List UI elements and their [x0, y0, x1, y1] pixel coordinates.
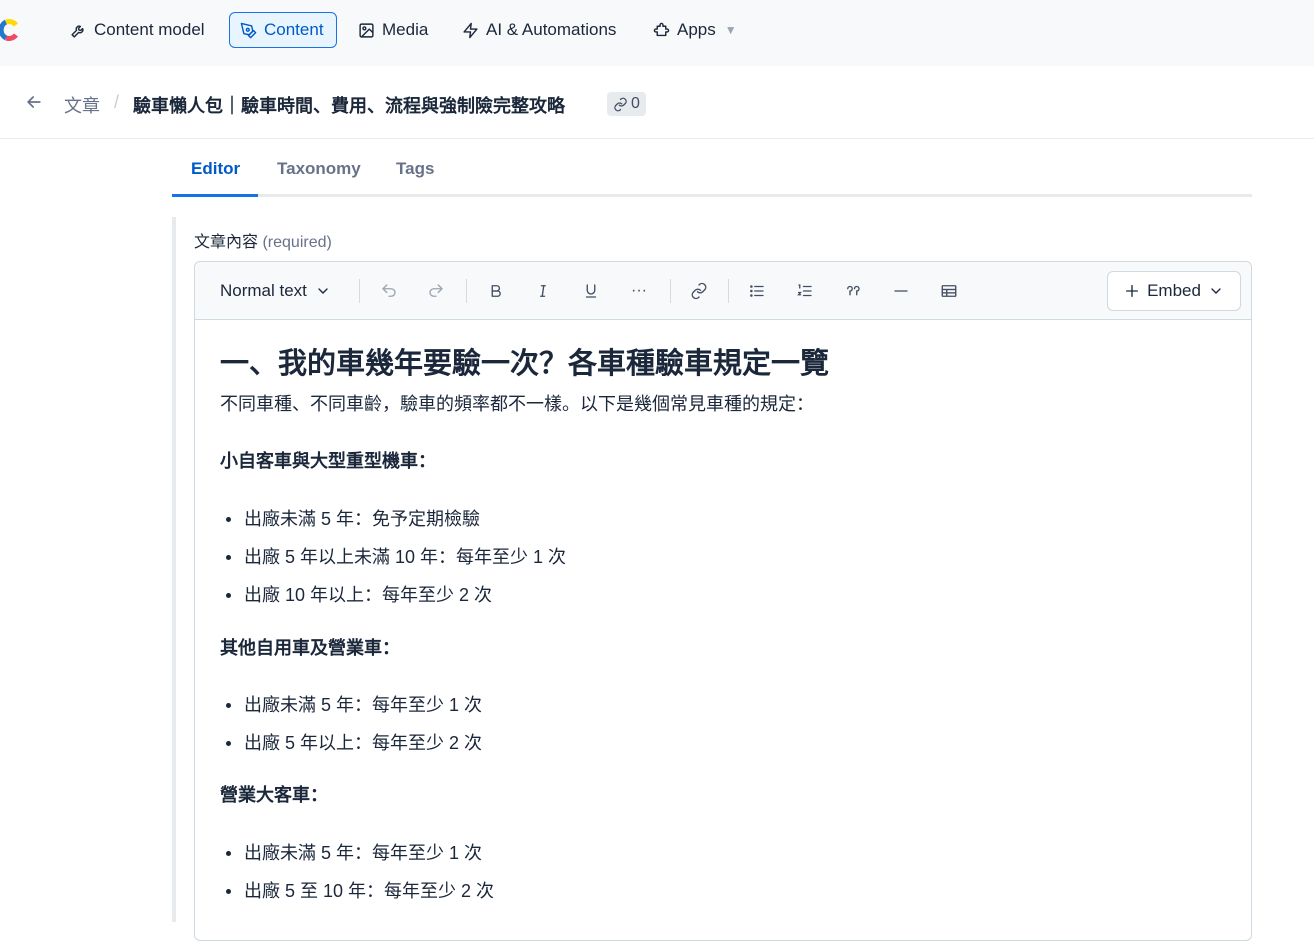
toolbar-divider — [359, 279, 360, 303]
rich-text-content[interactable]: 一、我的車幾年要驗一次？各車種驗車規定一覽 不同車種、不同車齡，驗車的頻率都不一… — [220, 342, 1220, 905]
tab-tags[interactable]: Tags — [396, 159, 434, 179]
nav-apps-label: Apps — [677, 20, 716, 39]
undo-icon — [382, 284, 396, 297]
references-count: 0 — [631, 95, 640, 112]
horizontal-rule-button[interactable] — [888, 278, 914, 304]
text-format-dropdown[interactable]: Normal text — [220, 279, 331, 303]
bulleted-list: 出廠未滿 5 年：每年至少 1 次 出廠 5 至 10 年：每年至少 2 次 — [220, 839, 1220, 905]
list-item: 出廠 5 年以上未滿 10 年：每年至少 1 次 — [220, 543, 1220, 571]
entry-header: 文章 / 驗車懶人包｜驗車時間、費用、流程與強制險完整攻略 0 — [0, 66, 1314, 139]
chevron-down-icon — [1211, 288, 1221, 294]
underline-icon — [585, 284, 597, 298]
tab-taxonomy[interactable]: Taxonomy — [277, 159, 361, 179]
table-icon — [941, 285, 957, 297]
italic-button[interactable] — [530, 278, 556, 304]
link-icon — [614, 97, 627, 111]
more-icon: ··· — [631, 282, 647, 299]
pen-nib-icon — [240, 22, 257, 38]
references-badge[interactable]: 0 — [607, 92, 646, 116]
back-arrow-icon[interactable] — [24, 92, 44, 112]
bold-icon — [491, 285, 501, 297]
content-heading: 一、我的車幾年要驗一次？各車種驗車規定一覽 — [220, 348, 830, 380]
section-title: 其他自用車及營業車： — [220, 638, 400, 658]
bulleted-list-button[interactable] — [744, 278, 770, 304]
redo-icon — [429, 284, 443, 297]
tab-editor[interactable]: Editor — [191, 159, 240, 179]
more-formatting-button[interactable]: ··· — [626, 278, 652, 304]
nav-apps[interactable]: Apps ▼ — [643, 12, 747, 48]
embed-button[interactable]: Embed — [1107, 271, 1241, 311]
puzzle-icon — [653, 22, 670, 36]
list-item: 出廠 10 年以上：每年至少 2 次 — [220, 581, 1220, 609]
editor-tabs: Editor Taxonomy Tags — [172, 139, 1252, 197]
breadcrumb-content-type[interactable]: 文章 — [64, 92, 100, 118]
quote-icon — [847, 285, 860, 296]
image-icon — [359, 22, 374, 38]
bulleted-list: 出廠未滿 5 年：每年至少 1 次 出廠 5 年以上：每年至少 2 次 — [220, 691, 1220, 757]
table-button[interactable] — [936, 278, 962, 304]
nav-content-model-label: Content model — [94, 20, 205, 39]
plus-icon — [1126, 285, 1139, 297]
section-title: 小自客車與大型重型機車： — [220, 451, 436, 471]
numbered-list-icon — [797, 284, 812, 297]
chevron-down-icon — [318, 288, 328, 294]
list-item: 出廠未滿 5 年：每年至少 1 次 — [220, 839, 1220, 867]
content-paragraph: 不同車種、不同車齡，驗車的頻率都不一樣。以下是幾個常見車種的規定： — [220, 394, 814, 414]
bulleted-list-icon — [750, 285, 764, 297]
nav-media[interactable]: Media — [348, 12, 438, 48]
text-format-value: Normal text — [220, 281, 307, 300]
numbered-list-button[interactable] — [792, 278, 818, 304]
underline-button[interactable] — [578, 278, 604, 304]
top-navigation: Content model Content Media AI & Automat… — [0, 0, 1314, 66]
toolbar-divider — [466, 279, 467, 303]
undo-button[interactable] — [376, 278, 402, 304]
field-label: 文章內容 (required) — [194, 228, 332, 252]
rich-text-toolbar: Normal text ··· Embed — [195, 262, 1251, 320]
list-item: 出廠 5 至 10 年：每年至少 2 次 — [220, 877, 1220, 905]
list-item: 出廠 5 年以上：每年至少 2 次 — [220, 729, 1220, 757]
list-item: 出廠未滿 5 年：每年至少 1 次 — [220, 691, 1220, 719]
caret-down-icon: ▼ — [724, 23, 737, 37]
breadcrumb-separator: / — [114, 92, 120, 112]
field-label-name: 文章內容 — [194, 234, 259, 251]
toolbar-divider — [670, 279, 671, 303]
hyperlink-button[interactable] — [686, 278, 712, 304]
entry-title: 驗車懶人包｜驗車時間、費用、流程與強制險完整攻略 — [133, 96, 565, 116]
nav-content-label: Content — [264, 20, 324, 39]
nav-ai-automations[interactable]: AI & Automations — [452, 12, 626, 48]
bulleted-list: 出廠未滿 5 年：免予定期檢驗 出廠 5 年以上未滿 10 年：每年至少 1 次… — [220, 505, 1220, 609]
field-required-hint: (required) — [262, 234, 332, 251]
active-tab-indicator — [172, 194, 258, 197]
link-icon — [691, 282, 707, 300]
italic-icon — [540, 285, 546, 297]
nav-content-model[interactable]: Content model — [60, 12, 215, 48]
field-focus-rail — [172, 217, 176, 922]
lightning-icon — [463, 22, 478, 38]
list-item: 出廠未滿 5 年：免予定期檢驗 — [220, 505, 1220, 533]
rich-text-editor: Normal text ··· Embed 一、我的車幾年要驗一次？各車種驗車規… — [194, 261, 1252, 941]
bold-button[interactable] — [483, 278, 509, 304]
nav-media-label: Media — [382, 20, 429, 39]
nav-content[interactable]: Content — [229, 12, 337, 48]
wrench-icon — [71, 24, 84, 38]
toolbar-divider — [728, 279, 729, 303]
section-title: 營業大客車： — [220, 785, 328, 805]
contentful-logo-icon[interactable] — [0, 14, 26, 46]
embed-button-label: Embed — [1147, 281, 1201, 300]
quote-button[interactable] — [840, 278, 866, 304]
horizontal-rule-icon — [894, 290, 908, 292]
nav-ai-automations-label: AI & Automations — [486, 20, 617, 39]
redo-button[interactable] — [423, 278, 449, 304]
